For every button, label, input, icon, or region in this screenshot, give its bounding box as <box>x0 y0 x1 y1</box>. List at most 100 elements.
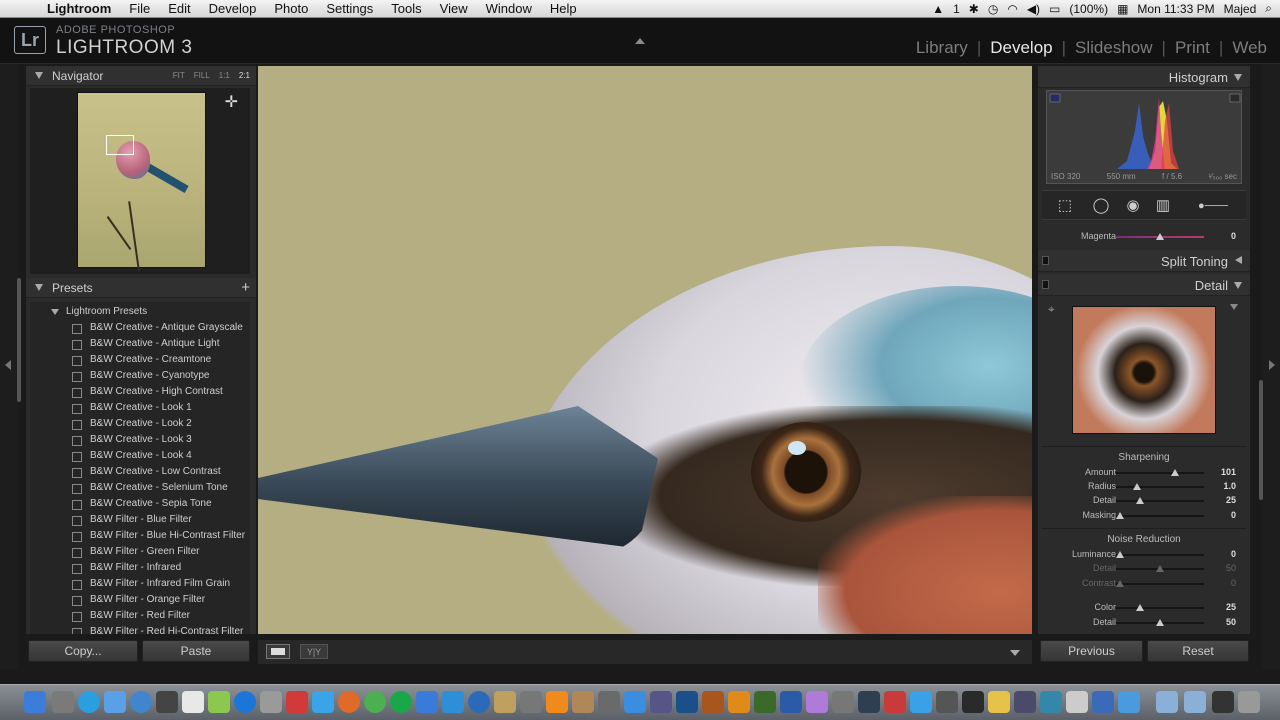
battery-icon[interactable]: ▭ <box>1049 2 1060 16</box>
notes-icon[interactable] <box>988 691 1010 713</box>
volume-icon[interactable]: ◀) <box>1027 2 1040 16</box>
ical-icon[interactable] <box>130 691 152 713</box>
luminance-detail-slider[interactable]: Detail 50 <box>1038 562 1250 576</box>
navigator-header[interactable]: Navigator FIT FILL 1:1 2:1 <box>26 66 256 86</box>
app-icon[interactable] <box>416 691 438 713</box>
menu-develop[interactable]: Develop <box>200 1 266 16</box>
network-icon[interactable] <box>962 691 984 713</box>
toolbar-menu-icon[interactable] <box>1010 650 1020 656</box>
list-item[interactable]: B&W Creative - Look 4 <box>30 448 250 464</box>
photos-icon[interactable] <box>208 691 230 713</box>
histogram[interactable]: ISO 320 550 mm f / 5.6 ¹⁄₅₀₀ sec <box>1046 90 1243 184</box>
menu-photo[interactable]: Photo <box>265 1 317 16</box>
detail-slider[interactable]: Detail 25 <box>1038 494 1250 508</box>
collapse-left-icon[interactable] <box>5 360 11 370</box>
illustrator-icon[interactable] <box>728 691 750 713</box>
finder2-icon[interactable] <box>1118 691 1140 713</box>
right-scrollbar[interactable] <box>1259 380 1263 500</box>
list-item[interactable]: B&W Creative - Antique Light <box>30 336 250 352</box>
masking-slider[interactable]: Masking 0 <box>1038 509 1250 523</box>
zoom-2-1[interactable]: 2:1 <box>239 71 250 80</box>
magenta-slider[interactable]: Magenta 0 <box>1038 230 1250 244</box>
dropbox-icon[interactable] <box>312 691 334 713</box>
slider-value[interactable]: 25 <box>1226 602 1236 612</box>
module-web[interactable]: Web <box>1223 38 1276 58</box>
slider-value[interactable]: 0 <box>1231 510 1236 520</box>
bridge-icon[interactable] <box>702 691 724 713</box>
list-item[interactable]: B&W Creative - Cyanotype <box>30 368 250 384</box>
list-item[interactable]: B&W Filter - Orange Filter <box>30 592 250 608</box>
slider-value[interactable]: 0 <box>1231 578 1236 588</box>
documents-icon[interactable] <box>1184 691 1206 713</box>
list-item[interactable]: B&W Filter - Blue Filter <box>30 512 250 528</box>
zoom-fit[interactable]: FIT <box>173 71 185 80</box>
brush-icon[interactable] <box>572 691 594 713</box>
whatsapp-icon[interactable] <box>390 691 412 713</box>
list-item[interactable]: B&W Creative - Low Contrast <box>30 464 250 480</box>
textedit-icon[interactable] <box>1066 691 1088 713</box>
photoshop-icon[interactable] <box>676 691 698 713</box>
collapse-right-icon[interactable] <box>1269 360 1275 370</box>
dropbox2-icon[interactable] <box>910 691 932 713</box>
chrome-icon[interactable] <box>364 691 386 713</box>
list-item[interactable]: B&W Filter - Red Hi-Contrast Filter <box>30 624 250 634</box>
slider-value[interactable]: 0 <box>1231 231 1236 241</box>
preferences-icon[interactable] <box>1040 691 1062 713</box>
stack-icon[interactable] <box>1212 691 1234 713</box>
add-preset-icon[interactable]: + <box>241 279 250 296</box>
user-name[interactable]: Majed <box>1224 2 1257 16</box>
before-after-button[interactable]: Y|Y <box>300 644 328 659</box>
downloads-icon[interactable] <box>1092 691 1114 713</box>
spot-removal-icon[interactable]: ◯ <box>1092 197 1110 215</box>
slider-knob[interactable] <box>1116 512 1125 519</box>
preview-icon[interactable] <box>260 691 282 713</box>
zoom-region-box[interactable] <box>106 135 134 155</box>
app-store-icon[interactable] <box>624 691 646 713</box>
detail-header[interactable]: Detail <box>1038 274 1250 296</box>
radius-slider[interactable]: Radius 1.0 <box>1038 480 1250 494</box>
menu-file[interactable]: File <box>120 1 159 16</box>
navigator-thumbnail[interactable] <box>77 92 206 271</box>
panel-switch-icon[interactable] <box>1042 280 1049 289</box>
slider-value[interactable]: 101 <box>1221 467 1236 477</box>
list-item[interactable]: B&W Creative - Selenium Tone <box>30 480 250 496</box>
utility-icon[interactable] <box>520 691 542 713</box>
disclosure-icon[interactable] <box>1234 74 1242 81</box>
pdf-icon[interactable] <box>286 691 308 713</box>
slider-knob[interactable] <box>1156 565 1164 572</box>
lightroom-dock-icon[interactable] <box>858 691 880 713</box>
graduated-filter-icon[interactable]: ▥ <box>1154 197 1172 215</box>
timemachine-icon[interactable]: ◷ <box>988 2 998 16</box>
firefox-icon[interactable] <box>338 691 360 713</box>
zoom-fill[interactable]: FILL <box>194 71 210 80</box>
list-item[interactable]: B&W Creative - Sepia Tone <box>30 496 250 512</box>
module-slideshow[interactable]: Slideshow <box>1066 38 1162 58</box>
slider-value[interactable]: 0 <box>1231 549 1236 559</box>
trash-icon[interactable] <box>1238 691 1260 713</box>
slider-knob[interactable] <box>1133 483 1142 490</box>
itunes-icon[interactable] <box>234 691 256 713</box>
word-icon[interactable] <box>780 691 802 713</box>
dreamweaver-icon[interactable] <box>754 691 776 713</box>
copy-button[interactable]: Copy... <box>28 640 138 662</box>
red-eye-icon[interactable]: ◉ <box>1124 197 1142 215</box>
preset-folder[interactable]: Lightroom Presets <box>30 304 250 320</box>
loupe-view-button[interactable] <box>266 644 290 659</box>
expand-icon[interactable] <box>1235 256 1242 264</box>
dashboard-icon[interactable] <box>52 691 74 713</box>
slider-value[interactable]: 25 <box>1226 495 1236 505</box>
detail-preview[interactable] <box>1072 306 1216 434</box>
module-library[interactable]: Library <box>907 38 977 58</box>
disclosure-icon[interactable] <box>35 72 43 79</box>
facetime-icon[interactable] <box>156 691 178 713</box>
slider-knob[interactable] <box>1156 619 1164 626</box>
menu-help[interactable]: Help <box>541 1 586 16</box>
vlc-icon[interactable] <box>546 691 568 713</box>
flag-icon[interactable]: ▦ <box>1117 2 1128 16</box>
left-scrollbar[interactable] <box>17 278 21 402</box>
reset-button[interactable]: Reset <box>1147 640 1249 662</box>
panel-switch-icon[interactable] <box>1042 256 1049 265</box>
wifi-icon[interactable]: ◠ <box>1007 2 1017 16</box>
slider-knob[interactable] <box>1116 580 1125 587</box>
left-edge[interactable] <box>0 64 21 670</box>
